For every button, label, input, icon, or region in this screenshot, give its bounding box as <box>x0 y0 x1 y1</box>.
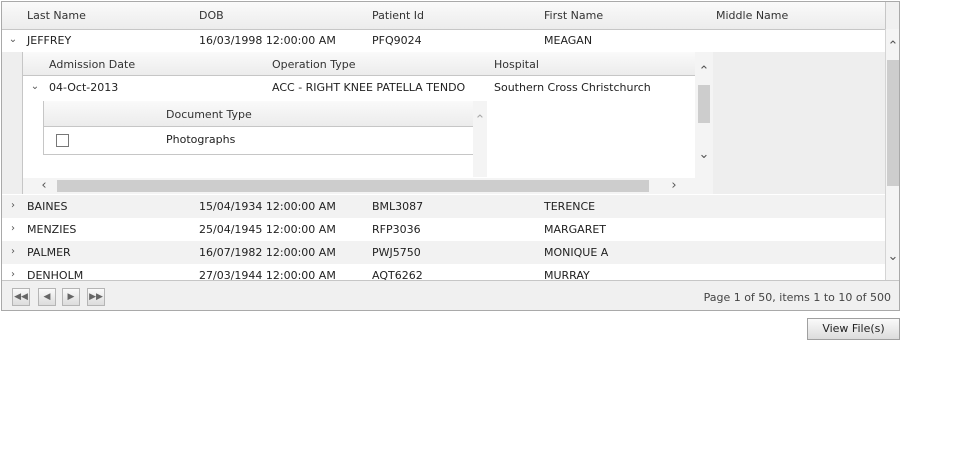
document-select-checkbox[interactable] <box>56 134 69 147</box>
cell-admission-date: 04-Oct-2013 <box>49 81 119 94</box>
column-header-hospital[interactable]: Hospital <box>494 58 539 71</box>
admission-horizontal-scrollbar[interactable]: ‹ › <box>23 178 713 194</box>
scroll-right-icon[interactable]: › <box>667 179 681 193</box>
cell-dob: 16/07/1982 12:00:00 AM <box>199 246 336 259</box>
pager-info: Page 1 of 50, items 1 to 10 of 500 <box>703 291 891 304</box>
table-row[interactable]: › PALMER 16/07/1982 12:00:00 AM PWJ5750 … <box>2 241 885 264</box>
cell-operation-type: ACC - RIGHT KNEE PATELLA TENDO <box>272 81 466 94</box>
grid-vertical-scrollbar[interactable]: ⌃ ⌄ <box>885 29 899 280</box>
view-files-button[interactable]: View File(s) <box>807 318 900 340</box>
cell-first-name: MARGARET <box>544 223 607 236</box>
scroll-down-icon[interactable]: ⌄ <box>886 250 899 264</box>
document-detail-grid: Document Type Photographs <box>43 101 474 155</box>
expand-chevron-icon[interactable]: › <box>7 222 19 236</box>
expand-chevron-icon[interactable]: › <box>7 199 19 213</box>
next-page-icon[interactable]: ▶ <box>62 288 80 306</box>
column-header-dob[interactable]: DOB <box>199 9 224 22</box>
cell-last-name: DENHOLM <box>27 269 84 280</box>
column-header-operation-type[interactable]: Operation Type <box>272 58 356 71</box>
cell-document-type: Photographs <box>166 133 236 146</box>
cell-last-name: JEFFREY <box>27 34 72 47</box>
scroll-up-icon[interactable]: ⌃ <box>886 40 899 54</box>
scroll-up-icon[interactable]: ⌃ <box>473 114 487 128</box>
table-row[interactable]: › MENZIES 25/04/1945 12:00:00 AM RFP3036… <box>2 218 885 241</box>
cell-last-name: BAINES <box>27 200 68 213</box>
document-vertical-scrollbar[interactable]: ⌃ <box>473 101 487 177</box>
expand-chevron-icon[interactable]: › <box>7 268 19 280</box>
admission-grid-header: Admission Date Operation Type Hospital <box>23 52 695 76</box>
document-grid-header: Document Type <box>44 101 474 127</box>
column-header-admission-date[interactable]: Admission Date <box>49 58 135 71</box>
grid-header: Last Name DOB Patient Id First Name Midd… <box>2 2 885 30</box>
column-header-patient-id[interactable]: Patient Id <box>372 9 424 22</box>
cell-first-name: TERENCE <box>544 200 596 213</box>
cell-patient-id: RFP3036 <box>372 223 421 236</box>
column-header-last-name[interactable]: Last Name <box>27 9 86 22</box>
scroll-thumb[interactable] <box>887 60 899 186</box>
cell-last-name: PALMER <box>27 246 71 259</box>
header-corner <box>885 2 899 30</box>
scroll-up-icon[interactable]: ⌃ <box>697 65 711 79</box>
admission-row[interactable]: ⌄ 04-Oct-2013 ACC - RIGHT KNEE PATELLA T… <box>23 76 695 99</box>
scroll-down-icon[interactable]: ⌄ <box>697 148 711 162</box>
column-header-document-type[interactable]: Document Type <box>166 108 252 121</box>
cell-dob: 27/03/1944 12:00:00 AM <box>199 269 336 280</box>
column-header-middle-name[interactable]: Middle Name <box>716 9 788 22</box>
pager: ◀◀ ◀ ▶ ▶▶ Page 1 of 50, items 1 to 10 of… <box>2 280 899 310</box>
scroll-thumb[interactable] <box>57 180 649 192</box>
table-row[interactable]: ⌄ JEFFREY 16/03/1998 12:00:00 AM PFQ9024… <box>2 29 885 52</box>
cell-patient-id: BML3087 <box>372 200 424 213</box>
cell-first-name: MURRAY <box>544 269 590 280</box>
admission-vertical-scrollbar[interactable]: ⌃ ⌄ <box>695 52 713 178</box>
cell-first-name: MEAGAN <box>544 34 593 47</box>
cell-dob: 16/03/1998 12:00:00 AM <box>199 34 336 47</box>
cell-hospital: Southern Cross Christchurch <box>494 81 651 94</box>
cell-patient-id: PWJ5750 <box>372 246 421 259</box>
table-row[interactable]: › DENHOLM 27/03/1944 12:00:00 AM AQT6262… <box>2 264 885 280</box>
cell-last-name: MENZIES <box>27 223 77 236</box>
table-row[interactable]: › BAINES 15/04/1934 12:00:00 AM BML3087 … <box>2 195 885 218</box>
cell-dob: 25/04/1945 12:00:00 AM <box>199 223 336 236</box>
admission-detail-grid: Admission Date Operation Type Hospital ⌄… <box>22 52 713 194</box>
collapse-chevron-icon[interactable]: ⌄ <box>7 33 19 47</box>
scroll-left-icon[interactable]: ‹ <box>37 179 51 193</box>
first-page-icon[interactable]: ◀◀ <box>12 288 30 306</box>
previous-page-icon[interactable]: ◀ <box>38 288 56 306</box>
cell-patient-id: AQT6262 <box>372 269 423 280</box>
collapse-chevron-icon[interactable]: ⌄ <box>29 80 41 94</box>
expand-chevron-icon[interactable]: › <box>7 245 19 259</box>
last-page-icon[interactable]: ▶▶ <box>87 288 105 306</box>
cell-dob: 15/04/1934 12:00:00 AM <box>199 200 336 213</box>
scroll-thumb[interactable] <box>698 85 710 123</box>
cell-first-name: MONIQUE A <box>544 246 609 259</box>
patient-grid: Last Name DOB Patient Id First Name Midd… <box>1 1 900 311</box>
cell-patient-id: PFQ9024 <box>372 34 422 47</box>
column-header-first-name[interactable]: First Name <box>544 9 603 22</box>
